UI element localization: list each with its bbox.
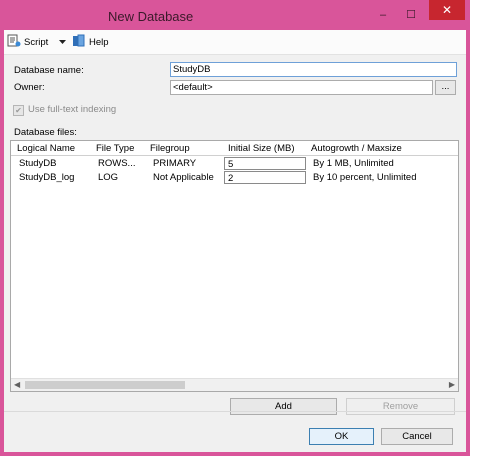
- cell-filegroup[interactable]: PRIMARY: [153, 157, 196, 170]
- column-header-filegroup[interactable]: Filegroup: [150, 143, 190, 155]
- horizontal-scrollbar[interactable]: ◀ ▶: [11, 378, 458, 391]
- cancel-button[interactable]: Cancel: [381, 428, 453, 445]
- fulltext-label: Use full-text indexing: [28, 104, 117, 115]
- title-bar[interactable]: New Database – ☐ ✕: [0, 0, 470, 30]
- cell-autogrowth[interactable]: By 10 percent, Unlimited: [313, 171, 417, 184]
- window-title: New Database: [108, 9, 194, 24]
- script-icon: [7, 34, 21, 50]
- owner-field[interactable]: <default>: [170, 80, 433, 95]
- fulltext-checkbox[interactable]: ✔: [13, 105, 24, 116]
- owner-browse-button[interactable]: ...: [435, 80, 456, 95]
- scroll-right-icon[interactable]: ▶: [449, 380, 455, 389]
- toolbar-separator: [4, 54, 466, 55]
- column-header-initial-size[interactable]: Initial Size (MB): [228, 143, 295, 155]
- database-files-label: Database files:: [14, 127, 77, 138]
- dialog-window: New Database – ☐ ✕ Script Help Database …: [0, 0, 470, 456]
- cell-filegroup[interactable]: Not Applicable: [153, 171, 214, 184]
- script-button[interactable]: Script: [7, 34, 67, 50]
- footer-separator: [4, 411, 466, 412]
- cell-logical-name: StudyDB: [19, 158, 57, 169]
- scroll-left-icon[interactable]: ◀: [14, 380, 20, 389]
- minimize-button[interactable]: –: [376, 8, 390, 22]
- help-label: Help: [89, 36, 109, 48]
- cell-initial-size[interactable]: 2: [224, 171, 306, 184]
- help-icon: [72, 34, 86, 50]
- database-files-grid[interactable]: Logical Name File Type Filegroup Initial…: [10, 140, 459, 392]
- cell-autogrowth[interactable]: By 1 MB, Unlimited: [313, 157, 394, 170]
- scrollbar-thumb[interactable]: [25, 381, 185, 389]
- owner-label: Owner:: [14, 82, 45, 93]
- column-header-file-type[interactable]: File Type: [96, 143, 134, 155]
- maximize-button[interactable]: ☐: [404, 8, 418, 22]
- close-button[interactable]: ✕: [429, 0, 465, 20]
- column-header-logical-name[interactable]: Logical Name: [17, 143, 75, 155]
- help-button[interactable]: Help: [72, 34, 109, 50]
- toolbar: Script Help: [4, 30, 466, 54]
- ok-button[interactable]: OK: [309, 428, 374, 445]
- script-label: Script: [24, 36, 49, 48]
- chevron-down-icon[interactable]: [59, 37, 67, 48]
- remove-button[interactable]: Remove: [346, 398, 455, 415]
- database-name-field[interactable]: StudyDB: [170, 62, 457, 77]
- dialog-content: Script Help Database name: StudyDB Owner…: [4, 30, 466, 452]
- cell-file-type[interactable]: ROWS...: [98, 157, 135, 170]
- cell-logical-name: StudyDB_log: [19, 172, 75, 183]
- add-button[interactable]: Add: [230, 398, 337, 415]
- cell-initial-size[interactable]: 5: [224, 157, 306, 170]
- cell-file-type[interactable]: LOG: [98, 171, 118, 184]
- column-header-autogrowth[interactable]: Autogrowth / Maxsize: [311, 143, 402, 155]
- database-name-label: Database name:: [14, 65, 84, 76]
- header-divider: [11, 155, 458, 156]
